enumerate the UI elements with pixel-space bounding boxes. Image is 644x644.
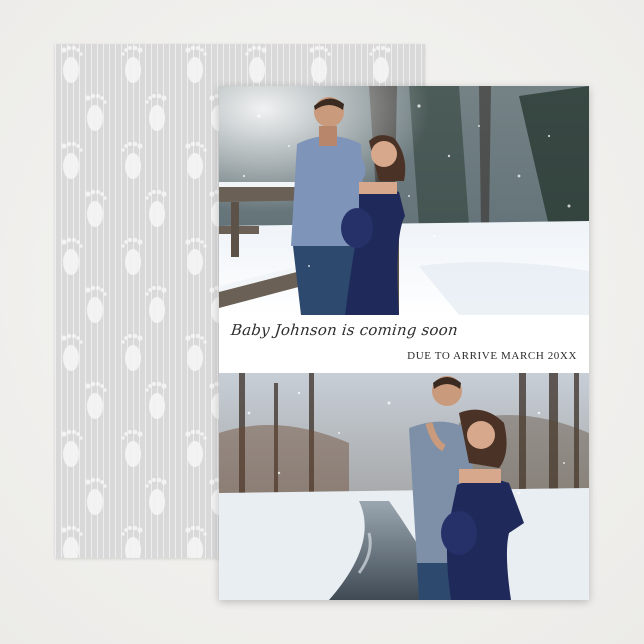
baby-footprint-icon [61, 45, 83, 83]
baby-footprint-icon [245, 45, 267, 83]
baby-footprint-icon [309, 45, 331, 83]
baby-footprint-icon [145, 189, 167, 227]
baby-footprint-icon [121, 237, 143, 275]
baby-footprint-icon [185, 237, 207, 275]
baby-footprint-icon [145, 477, 167, 515]
baby-footprint-icon [121, 429, 143, 467]
baby-footprint-icon [145, 93, 167, 131]
baby-footprint-icon [185, 429, 207, 467]
baby-footprint-icon [61, 333, 83, 371]
baby-footprint-icon [185, 333, 207, 371]
card-front: Baby Johnson is coming soon DUE TO ARRIV… [219, 86, 589, 600]
baby-footprint-icon [185, 525, 207, 558]
baby-footprint-icon [85, 189, 107, 227]
baby-footprint-icon [61, 429, 83, 467]
baby-footprint-icon [85, 477, 107, 515]
baby-footprint-icon [85, 93, 107, 131]
baby-footprint-icon [61, 141, 83, 179]
announcement-text: Baby Johnson is coming soon DUE TO ARRIV… [219, 315, 589, 373]
baby-footprint-icon [145, 285, 167, 323]
photo-couple-path [219, 373, 589, 600]
baby-footprint-icon [185, 45, 207, 83]
baby-footprint-icon [121, 45, 143, 83]
photo-couple-fence [219, 86, 589, 315]
baby-footprint-icon [85, 285, 107, 323]
baby-footprint-icon [121, 525, 143, 558]
product-preview: Baby Johnson is coming soon DUE TO ARRIV… [0, 0, 644, 644]
baby-footprint-icon [61, 525, 83, 558]
headline-text: Baby Johnson is coming soon [230, 321, 459, 339]
baby-footprint-icon [185, 141, 207, 179]
baby-footprint-icon [121, 141, 143, 179]
due-date-text: DUE TO ARRIVE MARCH 20XX [407, 350, 577, 362]
baby-footprint-icon [145, 381, 167, 419]
baby-footprint-icon [121, 333, 143, 371]
baby-footprint-icon [85, 381, 107, 419]
baby-footprint-icon [369, 45, 391, 83]
baby-footprint-icon [61, 237, 83, 275]
